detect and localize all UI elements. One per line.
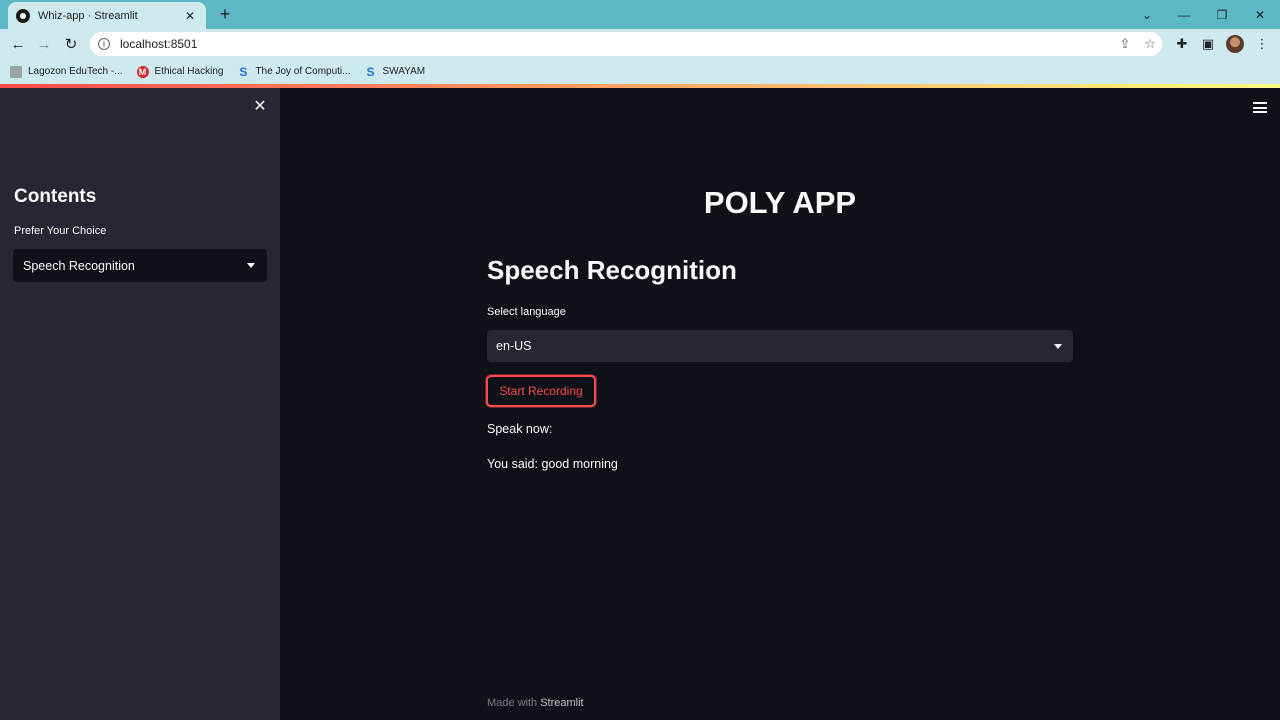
swayam-icon: S [366,64,375,79]
streamlit-favicon-icon [16,8,30,23]
window-close-button[interactable]: ✕ [1242,0,1278,29]
restore-button[interactable]: ❐ [1204,0,1240,29]
sidebar-title: Contents [14,186,97,207]
extensions-icon[interactable]: ✚ [1171,33,1193,55]
footer: Made with Streamlit [487,697,584,709]
bookmark-item[interactable]: M Ethical Hacking [136,65,224,78]
browser-menu-icon[interactable]: ⋮ [1251,33,1273,55]
language-select[interactable]: en-US [487,330,1073,362]
bookmark-label: The Joy of Computi... [255,66,351,77]
recognition-result: You said: good morning [487,457,618,471]
start-recording-button[interactable]: Start Recording [486,375,596,407]
bookmark-label: Lagozon EduTech -... [28,66,123,77]
reload-icon[interactable]: ↻ [60,33,82,55]
bookmark-item[interactable]: S SWAYAM [364,64,426,79]
site-info-icon[interactable]: i [98,38,110,50]
url-text: localhost:8501 [120,37,198,51]
bookmark-item[interactable]: S The Joy of Computi... [237,64,351,79]
app-title: POLY APP [703,185,857,220]
sidebar: ✕ Contents Prefer Your Choice Speech Rec… [0,88,280,720]
sidebar-select-label: Prefer Your Choice [14,225,107,237]
bookmarks-bar: Lagozon EduTech -... M Ethical Hacking S… [0,59,1280,84]
chevron-down-icon [1054,343,1062,349]
minimize-button[interactable]: — [1166,0,1202,29]
ethical-hacking-icon: M [136,65,149,78]
choice-select-value: Speech Recognition [23,258,135,273]
language-select-label: Select language [487,306,566,318]
language-select-value: en-US [496,339,532,353]
forward-icon[interactable]: → [33,33,55,55]
browser-tabstrip: Whiz-app · Streamlit ✕ + ⌄ — ❐ ✕ [0,0,1280,29]
footer-streamlit-link[interactable]: Streamlit [540,697,583,709]
swayam-icon: S [239,64,248,79]
new-tab-button[interactable]: + [214,4,236,24]
speak-prompt: Speak now: [487,422,553,436]
tab-search-icon[interactable]: ⌄ [1129,0,1165,29]
profile-avatar[interactable] [1224,33,1246,55]
chevron-down-icon [247,263,255,268]
bookmark-label: Ethical Hacking [154,66,224,77]
footer-prefix: Made with [487,697,538,709]
choice-select[interactable]: Speech Recognition [13,249,267,282]
bookmark-item[interactable]: Lagozon EduTech -... [10,65,123,78]
tab-close-icon[interactable]: ✕ [182,9,198,23]
sidebar-close-icon[interactable]: ✕ [252,99,268,115]
section-title: Speech Recognition [487,255,737,285]
address-bar[interactable]: i localhost:8501 ⇪ ☆ [90,32,1162,56]
bookmark-label: SWAYAM [382,66,426,77]
bookmark-star-icon[interactable]: ☆ [1144,36,1156,52]
tab-title: Whiz-app · Streamlit [38,9,138,22]
back-icon[interactable]: ← [7,33,29,55]
share-icon[interactable]: ⇪ [1119,36,1130,52]
browser-tab[interactable]: Whiz-app · Streamlit ✕ [8,2,206,29]
lagozon-icon [10,65,22,78]
side-panel-icon[interactable]: ▣ [1197,33,1219,55]
main-menu-icon[interactable] [1253,102,1267,113]
browser-toolbar: ← → ↻ i localhost:8501 ⇪ ☆ ✚ ▣ ⋮ [0,29,1280,59]
